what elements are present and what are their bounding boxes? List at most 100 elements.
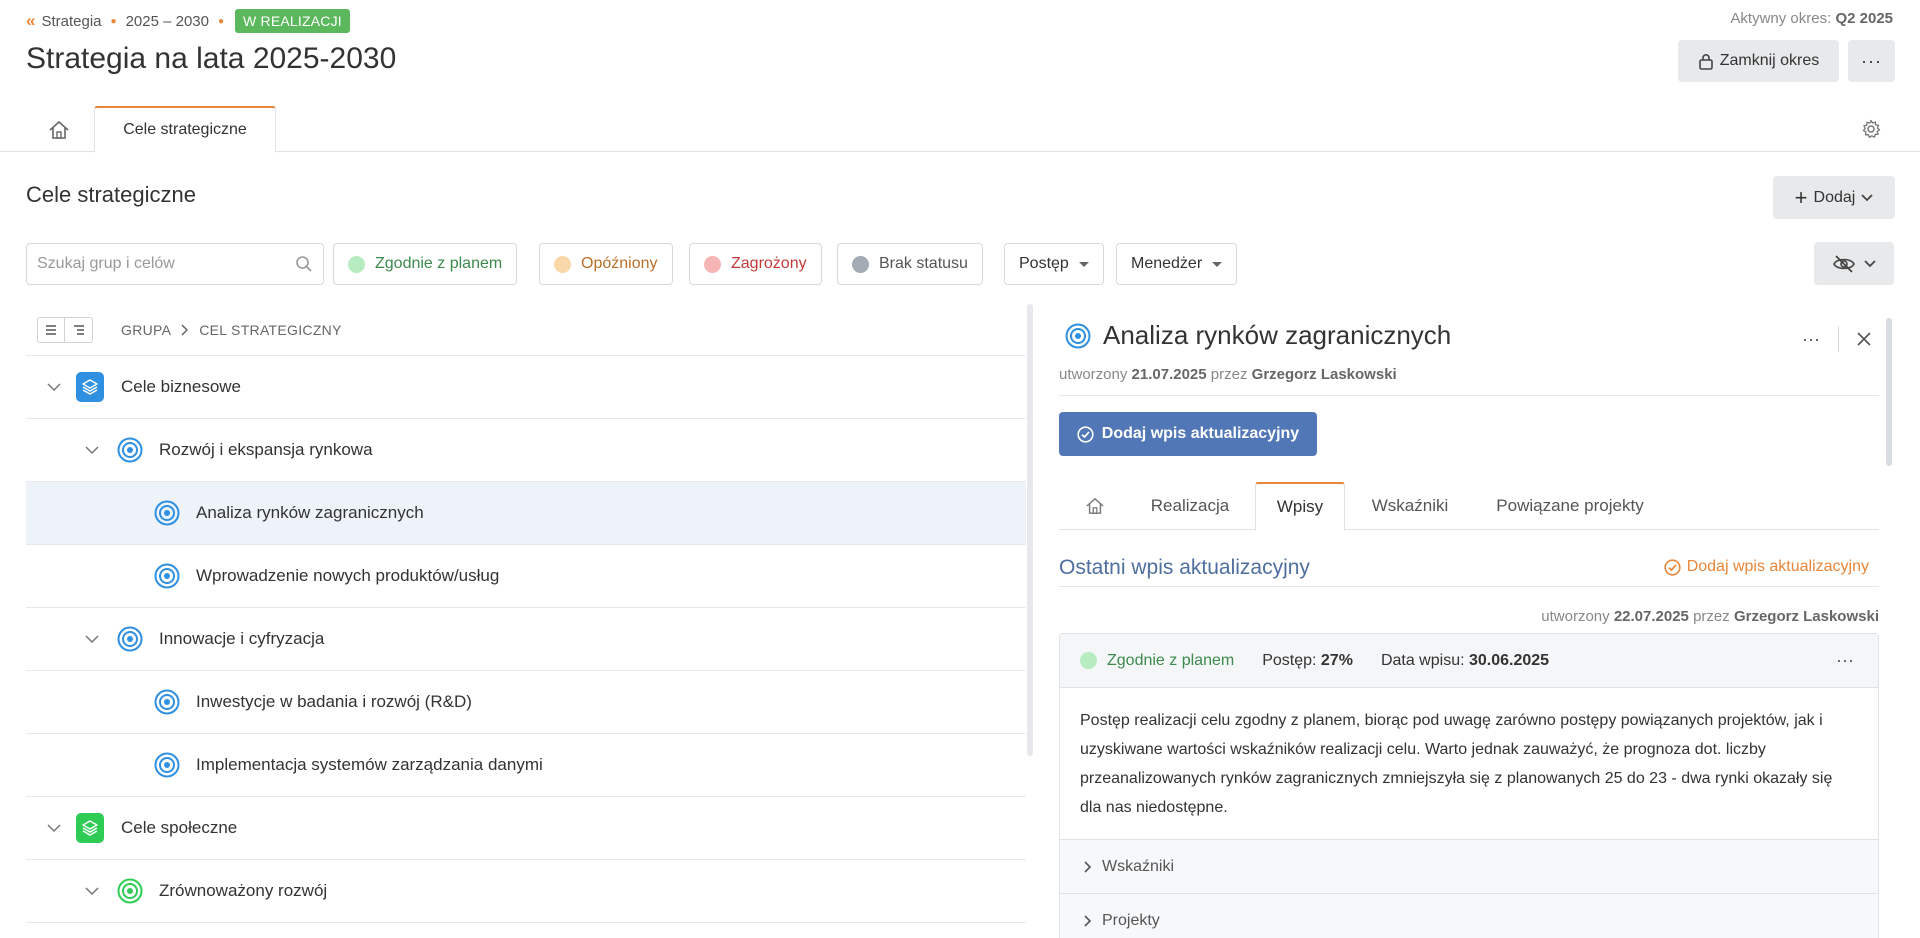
- tree-row-goal[interactable]: Zrównoważony rozwój: [26, 860, 1026, 923]
- tree-row-goal-selected[interactable]: Analiza rynków zagranicznych: [26, 482, 1026, 545]
- plus-icon: +: [1794, 184, 1808, 210]
- entry-progress: Postęp: 27%: [1262, 652, 1353, 670]
- progress-label: Postęp:: [1262, 651, 1317, 669]
- detail-actions: ···: [1802, 326, 1871, 352]
- chevron-down-icon[interactable]: [84, 883, 100, 899]
- detail-tab-home[interactable]: [1075, 482, 1115, 530]
- row-label: Innowacje i cyfryzacja: [159, 629, 325, 648]
- created-prefix: utworzony: [1541, 608, 1610, 625]
- progress-value: 27%: [1320, 651, 1353, 669]
- entry-body: Postęp realizacji celu zgodny z planem, …: [1060, 688, 1878, 840]
- target-icon: [116, 625, 144, 653]
- search-icon: [296, 256, 312, 272]
- chevron-down-icon[interactable]: [84, 631, 100, 647]
- tree-header: GRUPA CEL STRATEGICZNY: [26, 304, 1026, 356]
- tab-strategic-goals[interactable]: Cele strategiczne: [94, 106, 276, 153]
- eye-slash-icon: [1833, 254, 1855, 273]
- detail-tab-wpisy[interactable]: Wpisy: [1255, 482, 1345, 531]
- check-circle-icon: [1664, 558, 1681, 576]
- tree-row-goal[interactable]: Rozwój i ekspansja rynkowa: [26, 419, 1026, 482]
- more-icon[interactable]: ···: [1836, 650, 1854, 671]
- filter-label: Postęp: [1019, 255, 1069, 272]
- close-period-label: Zamknij okres: [1719, 52, 1820, 69]
- breadcrumb-period: 2025 – 2030: [125, 12, 209, 30]
- filter-on-track[interactable]: Zgodnie z planem: [333, 243, 518, 285]
- layers-icon: [76, 372, 104, 402]
- tree-row-goal[interactable]: Wprowadzenie nowych produktów/usług: [26, 545, 1026, 608]
- entry-section-projects[interactable]: Projekty: [1060, 894, 1878, 938]
- tree-row-group[interactable]: Cele biznesowe: [26, 356, 1026, 419]
- created-by: Grzegorz Laskowski: [1733, 608, 1879, 625]
- filter-label: Zagrożony: [731, 255, 807, 272]
- add-update-entry-label: Dodaj wpis aktualizacyjny: [1101, 425, 1300, 442]
- tree-row-goal[interactable]: Implementacja systemów zarządzania danym…: [26, 734, 1026, 797]
- filter-at-risk[interactable]: Zagrożony: [689, 243, 822, 285]
- breadcrumb-strategy-link[interactable]: Strategia: [41, 13, 101, 30]
- layers-icon: [76, 813, 104, 843]
- close-icon[interactable]: [1857, 332, 1871, 346]
- add-dropdown-button[interactable]: + Dodaj: [1773, 176, 1895, 219]
- tree-scrollbar[interactable]: [1027, 304, 1033, 756]
- row-label: Wprowadzenie nowych produktów/usług: [196, 566, 500, 585]
- divider: [1838, 326, 1839, 352]
- chevron-down-icon[interactable]: [84, 442, 100, 458]
- row-label: Rozwój i ekspansja rynkowa: [159, 440, 373, 459]
- caret-down-icon: [1078, 261, 1089, 267]
- detail-panel: Analiza rynków zagranicznych ··· utworzo…: [1059, 304, 1879, 938]
- active-period: Aktywny okres: Q2 2025: [1730, 10, 1893, 27]
- detail-tabs: Realizacja Wpisy Wskaźniki Powiązane pro…: [1059, 482, 1879, 531]
- close-period-button[interactable]: Zamknij okres: [1678, 40, 1839, 82]
- filter-progress-dropdown[interactable]: Postęp: [1004, 243, 1104, 285]
- add-update-entry-link[interactable]: Dodaj wpis aktualizacyjny: [1664, 558, 1869, 576]
- tree-view-icon[interactable]: [65, 316, 93, 343]
- list-view-icon[interactable]: [37, 316, 65, 343]
- more-icon[interactable]: ···: [1802, 329, 1820, 350]
- tree-row-goal[interactable]: Innowacje i cyfryzacja: [26, 608, 1026, 671]
- double-chevron-left-icon[interactable]: «: [26, 11, 35, 31]
- tree-row-group[interactable]: Cele społeczne: [26, 797, 1026, 860]
- detail-tab-wskazniki[interactable]: Wskaźniki: [1355, 482, 1465, 530]
- filter-label: Brak statusu: [879, 255, 968, 272]
- detail-tab-realizacja[interactable]: Realizacja: [1131, 482, 1249, 530]
- more-options-button[interactable]: ···: [1848, 40, 1895, 82]
- add-update-entry-button[interactable]: Dodaj wpis aktualizacyjny: [1059, 412, 1317, 456]
- page-title: Strategia na lata 2025-2030: [26, 42, 397, 75]
- chevron-down-icon: [1861, 193, 1873, 201]
- filter-delayed[interactable]: Opóźniony: [539, 243, 673, 285]
- chevron-right-icon: [181, 323, 189, 336]
- entry-section-indicators[interactable]: Wskaźniki: [1060, 840, 1878, 894]
- chevron-down-icon[interactable]: [46, 820, 62, 836]
- chevron-down-icon[interactable]: [46, 379, 62, 395]
- visibility-dropdown-button[interactable]: [1814, 242, 1894, 285]
- main-tabbar: Cele strategiczne: [0, 104, 1920, 153]
- target-icon: [153, 751, 181, 779]
- created-date: 21.07.2025: [1131, 366, 1207, 383]
- detail-scrollbar[interactable]: [1886, 318, 1892, 466]
- search-input[interactable]: [37, 255, 295, 273]
- status-dot: [554, 255, 571, 273]
- filter-manager-dropdown[interactable]: Menedżer: [1116, 243, 1238, 285]
- detail-title-text: Analiza rynków zagranicznych: [1103, 320, 1452, 350]
- update-entry-card: Zgodnie z planem Postęp: 27% Data wpisu:…: [1059, 633, 1879, 938]
- active-period-label: Aktywny okres:: [1730, 10, 1832, 27]
- created-prefix: utworzony: [1059, 366, 1128, 383]
- tree-row-goal[interactable]: Inwestycje w badania i rozwój (R&D): [26, 671, 1026, 734]
- row-label: Inwestycje w badania i rozwój (R&D): [196, 692, 472, 711]
- check-circle-icon: [1077, 425, 1094, 443]
- lock-icon: [1698, 53, 1713, 70]
- status-badge: W REALIZACJI: [235, 9, 350, 33]
- created-date: 22.07.2025: [1613, 608, 1689, 625]
- target-icon: [153, 499, 181, 527]
- tab-home[interactable]: [44, 118, 74, 142]
- created-by: Grzegorz Laskowski: [1251, 366, 1397, 383]
- created-by-prefix: przez: [1693, 608, 1730, 625]
- target-icon: [116, 877, 144, 905]
- detail-title: Analiza rynków zagranicznych: [1065, 320, 1451, 351]
- section-label: Projekty: [1102, 911, 1160, 929]
- detail-tab-powiazane-projekty[interactable]: Powiązane projekty: [1475, 482, 1665, 530]
- created-info: utworzony 21.07.2025 przez Grzegorz Lask…: [1059, 366, 1879, 396]
- gear-icon[interactable]: [1858, 116, 1884, 142]
- column-goal: CEL STRATEGICZNY: [199, 321, 342, 338]
- filter-no-status[interactable]: Brak statusu: [837, 243, 983, 285]
- last-entry-title: Ostatni wpis aktualizacyjny: [1059, 556, 1310, 579]
